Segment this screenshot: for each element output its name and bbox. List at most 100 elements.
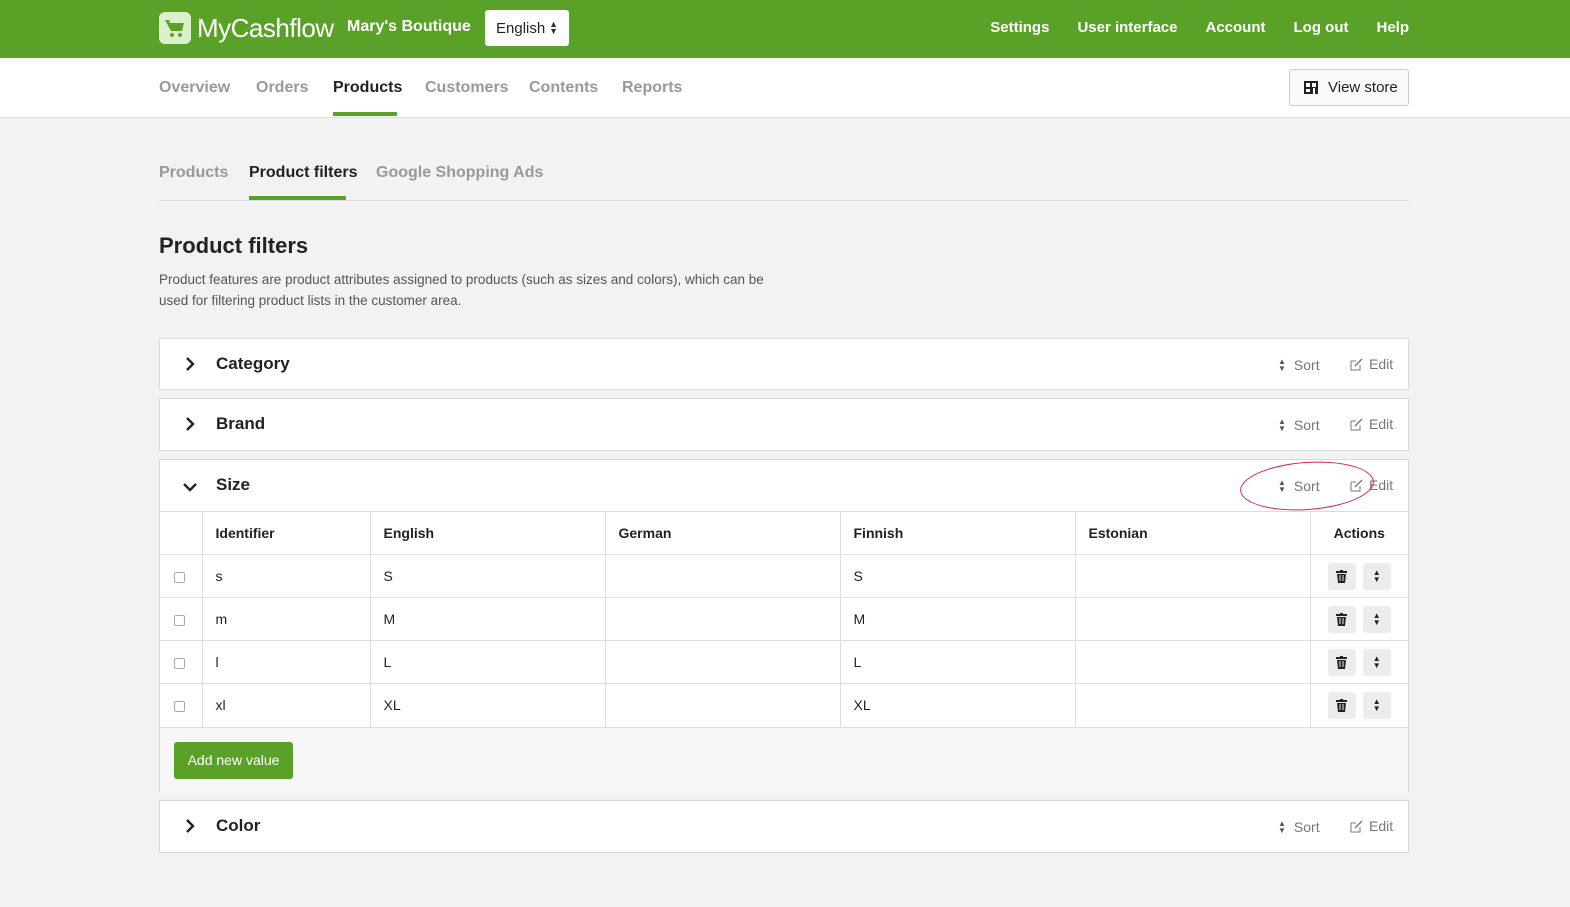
top-link-account[interactable]: Account (1206, 19, 1266, 36)
edit-icon (1350, 418, 1363, 430)
language-select[interactable]: English ▲ ▼ (485, 10, 569, 46)
column-header[interactable]: Identifier (202, 511, 371, 555)
identifier-cell[interactable]: xl (202, 683, 371, 727)
chevron-right-icon[interactable] (182, 416, 198, 432)
row-checkbox[interactable] (174, 701, 185, 713)
add-new-value-button[interactable]: Add new value (174, 741, 293, 779)
panel-header[interactable]: Category ▲ ▼ Sort Edit (160, 339, 1408, 390)
delete-button[interactable] (1327, 648, 1356, 676)
estonian-cell[interactable] (1075, 683, 1311, 727)
panel-title: Brand (216, 414, 266, 433)
sort-button[interactable]: ▲ ▼ Sort (1278, 819, 1320, 835)
reorder-icon: ▲ ▼ (1372, 611, 1381, 627)
nav-orders[interactable]: Orders (256, 79, 308, 97)
identifier-cell[interactable]: s (202, 554, 371, 598)
delete-button[interactable] (1327, 605, 1356, 633)
english-cell[interactable]: M (370, 597, 606, 641)
german-cell[interactable] (605, 554, 841, 598)
column-header[interactable]: German (605, 511, 841, 555)
sort-label: Sort (1293, 819, 1320, 835)
sort-icon: ▲ ▼ (1278, 417, 1286, 433)
edit-label: Edit (1369, 416, 1394, 432)
english-cell[interactable]: L (370, 640, 606, 684)
german-cell[interactable] (605, 683, 841, 727)
subtab-product-filters[interactable]: Product filters (249, 164, 357, 182)
english-cell[interactable]: XL (370, 683, 606, 727)
page-title: Product filters (159, 233, 309, 258)
chevron-down-icon[interactable] (182, 479, 198, 495)
actions-cell: ▲ ▼ (1310, 597, 1408, 641)
top-link-log-out[interactable]: Log out (1294, 19, 1349, 36)
subtab-products[interactable]: Products (159, 164, 228, 182)
edit-button[interactable]: Edit (1350, 416, 1393, 432)
shop-name[interactable]: Mary's Boutique (347, 18, 471, 36)
top-link-settings[interactable]: Settings (990, 19, 1049, 36)
delete-button[interactable] (1327, 562, 1356, 590)
chevron-right-icon[interactable] (182, 356, 198, 372)
german-cell[interactable] (605, 597, 841, 641)
subtab-google-shopping-ads[interactable]: Google Shopping Ads (376, 164, 543, 182)
nav-overview[interactable]: Overview (159, 79, 230, 97)
finnish-cell[interactable]: XL (840, 683, 1076, 727)
estonian-cell[interactable] (1075, 554, 1311, 598)
view-store-button[interactable]: View store (1289, 69, 1409, 106)
top-link-user-interface[interactable]: User interface (1077, 19, 1177, 36)
german-cell[interactable] (605, 640, 841, 684)
reorder-handle[interactable]: ▲ ▼ (1362, 648, 1391, 676)
filter-panel-size: Size ▲ ▼ Sort Edit Identifier English Germ… (159, 459, 1409, 794)
panel-header[interactable]: Color ▲ ▼ Sort Edit (160, 801, 1408, 852)
reorder-icon: ▲ ▼ (1372, 654, 1381, 670)
column-header[interactable]: Estonian (1075, 511, 1311, 555)
row-checkbox[interactable] (174, 657, 185, 669)
logo[interactable]: MyCashflow (159, 12, 334, 44)
panel-title: Color (216, 816, 261, 835)
column-header[interactable]: English (370, 511, 606, 555)
sort-button[interactable]: ▲ ▼ Sort (1278, 357, 1320, 373)
table-row: xl XL XL ▲ ▼ (160, 683, 1408, 727)
nav-products[interactable]: Products (333, 79, 402, 97)
delete-button[interactable] (1327, 691, 1356, 719)
top-link-help[interactable]: Help (1376, 19, 1409, 36)
identifier-cell[interactable]: m (202, 597, 371, 641)
estonian-cell[interactable] (1075, 597, 1311, 641)
table-row: s S S ▲ ▼ (160, 554, 1408, 598)
select-arrows-icon: ▲ ▼ (549, 19, 558, 36)
sort-button[interactable]: ▲ ▼ Sort (1278, 417, 1320, 433)
identifier-cell[interactable]: l (202, 640, 371, 684)
store-icon (1304, 81, 1318, 94)
top-nav: Settings User interface Account Log out … (990, 19, 1409, 36)
column-header: Actions (1310, 511, 1408, 555)
row-select-cell (160, 640, 203, 684)
row-checkbox[interactable] (174, 614, 185, 626)
main-nav: Overview Orders Products Customers Conte… (0, 58, 1570, 118)
row-checkbox[interactable] (174, 571, 185, 583)
reorder-handle[interactable]: ▲ ▼ (1362, 605, 1391, 633)
row-select-cell (160, 554, 203, 598)
reorder-handle[interactable]: ▲ ▼ (1362, 691, 1391, 719)
chevron-right-icon[interactable] (182, 818, 198, 834)
edit-button[interactable]: Edit (1350, 818, 1393, 834)
reorder-icon: ▲ ▼ (1372, 697, 1381, 714)
trash-icon (1336, 698, 1348, 712)
actions-cell: ▲ ▼ (1310, 640, 1408, 684)
trash-icon (1336, 569, 1348, 583)
nav-contents[interactable]: Contents (529, 79, 598, 97)
nav-customers[interactable]: Customers (425, 79, 509, 97)
panel-title: Size (216, 475, 251, 494)
finnish-cell[interactable]: S (840, 554, 1076, 598)
column-header[interactable]: Finnish (840, 511, 1076, 555)
edit-button[interactable]: Edit (1350, 356, 1393, 372)
finnish-cell[interactable]: M (840, 597, 1076, 641)
estonian-cell[interactable] (1075, 640, 1311, 684)
finnish-cell[interactable]: L (840, 640, 1076, 684)
actions-cell: ▲ ▼ (1310, 683, 1408, 727)
page-description: Product features are product attributes … (159, 272, 764, 308)
panel-header[interactable]: Brand ▲ ▼ Sort Edit (160, 399, 1408, 450)
row-select-cell (160, 683, 203, 727)
nav-reports[interactable]: Reports (622, 79, 682, 97)
reorder-handle[interactable]: ▲ ▼ (1362, 562, 1391, 590)
language-value: English (496, 20, 546, 37)
english-cell[interactable]: S (370, 554, 606, 598)
panel-header[interactable]: Size ▲ ▼ Sort Edit (160, 460, 1408, 511)
filter-panel-brand: Brand ▲ ▼ Sort Edit (159, 398, 1409, 451)
